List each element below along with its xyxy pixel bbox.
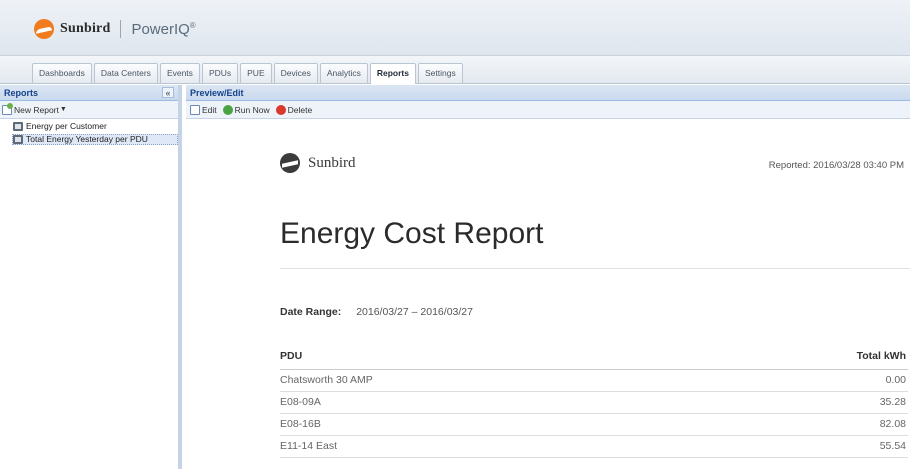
new-report-label: New Report	[14, 104, 59, 115]
reported-timestamp: Reported: 2016/03/28 03:40 PM	[768, 160, 904, 171]
sunbird-logo-icon	[34, 19, 54, 39]
reports-panel-header: Reports «	[0, 85, 178, 101]
chevron-down-icon: ▼	[59, 105, 67, 113]
tab-pue[interactable]: PUE	[240, 63, 272, 83]
run-icon	[222, 104, 233, 115]
app-logo[interactable]: Sunbird PowerIQ®	[34, 19, 196, 39]
pdu-cell: E11-14 East	[280, 435, 685, 458]
delete-icon	[275, 104, 286, 115]
title-divider	[280, 268, 910, 269]
table-header-row: PDU Total kWh	[280, 343, 908, 370]
reports-toolbar: New Report ▼	[0, 101, 178, 119]
preview-toolbar: Edit Run Now Delete	[186, 101, 910, 119]
column-header-total-kwh: Total kWh	[684, 343, 908, 370]
reports-panel: Reports « New Report ▼ Energy per Custom…	[0, 85, 182, 469]
tab-dashboards[interactable]: Dashboards	[32, 63, 92, 83]
tab-reports[interactable]: Reports	[369, 63, 416, 84]
collapse-panel-button[interactable]: «	[162, 87, 174, 98]
date-range-value: 2016/03/27 – 2016/03/27	[356, 306, 473, 318]
run-now-label: Run Now	[234, 104, 270, 115]
date-range-label: Date Range:	[280, 306, 342, 318]
report-item-energy-per-customer[interactable]: Energy per Customer	[13, 121, 178, 132]
table-row: Chatsworth 30 AMP 0.00	[280, 369, 908, 392]
report-item-total-energy-yesterday[interactable]: Total Energy Yesterday per PDU	[12, 134, 178, 145]
tab-data-centers[interactable]: Data Centers	[93, 63, 158, 83]
report-logo: Sunbird	[280, 153, 356, 173]
run-now-button[interactable]: Run Now	[222, 101, 270, 119]
tab-pdus[interactable]: PDUs	[201, 63, 239, 83]
preview-panel-title: Preview/Edit	[190, 88, 244, 98]
table-row: E11-14 East 55.54	[280, 435, 908, 458]
product-name: PowerIQ®	[131, 20, 196, 38]
report-preview: Sunbird Reported: 2016/03/28 03:40 PM En…	[186, 120, 910, 469]
table-row: E08-16B 82.08	[280, 413, 908, 436]
main-nav: Dashboards Data Centers Events PDUs PUE …	[0, 56, 910, 84]
table-row: E08-09A 35.28	[280, 391, 908, 414]
report-brand: Sunbird	[308, 154, 356, 171]
report-item-label: Total Energy Yesterday per PDU	[26, 134, 148, 144]
kwh-cell: 82.08	[684, 413, 908, 436]
tab-settings[interactable]: Settings	[418, 63, 463, 83]
report-title: Energy Cost Report	[280, 217, 544, 250]
pdu-cell: E08-09A	[280, 391, 685, 414]
brand-name: Sunbird	[60, 21, 111, 36]
delete-label: Delete	[287, 104, 313, 115]
report-item-label: Energy per Customer	[26, 121, 107, 131]
pdu-cell: E08-16B	[280, 413, 685, 436]
report-icon	[13, 122, 23, 131]
edit-label: Edit	[202, 104, 217, 115]
preview-panel: Preview/Edit Edit Run Now Delete Sunbird…	[186, 85, 910, 469]
pdu-cell: Chatsworth 30 AMP	[280, 369, 685, 392]
app-header: Sunbird PowerIQ®	[0, 0, 910, 56]
reports-panel-title: Reports	[4, 88, 39, 98]
new-report-icon	[2, 102, 13, 115]
report-icon	[13, 135, 23, 144]
sunbird-logo-icon	[280, 153, 300, 173]
kwh-cell: 0.00	[684, 369, 908, 392]
tab-analytics[interactable]: Analytics	[319, 63, 368, 83]
column-header-pdu: PDU	[280, 343, 685, 370]
pdu-energy-table: PDU Total kWh Chatsworth 30 AMP 0.00 E08…	[280, 343, 908, 458]
brand-separator	[120, 20, 122, 38]
preview-panel-header: Preview/Edit	[186, 85, 910, 101]
new-report-button[interactable]: New Report ▼	[2, 101, 67, 119]
delete-button[interactable]: Delete	[275, 101, 313, 119]
edit-button[interactable]: Edit	[190, 101, 217, 119]
tab-devices[interactable]: Devices	[273, 63, 318, 83]
tab-events[interactable]: Events	[159, 63, 200, 83]
date-range: Date Range: 2016/03/27 – 2016/03/27	[280, 306, 473, 318]
edit-icon	[190, 104, 200, 115]
kwh-cell: 55.54	[684, 435, 908, 458]
kwh-cell: 35.28	[684, 391, 908, 414]
